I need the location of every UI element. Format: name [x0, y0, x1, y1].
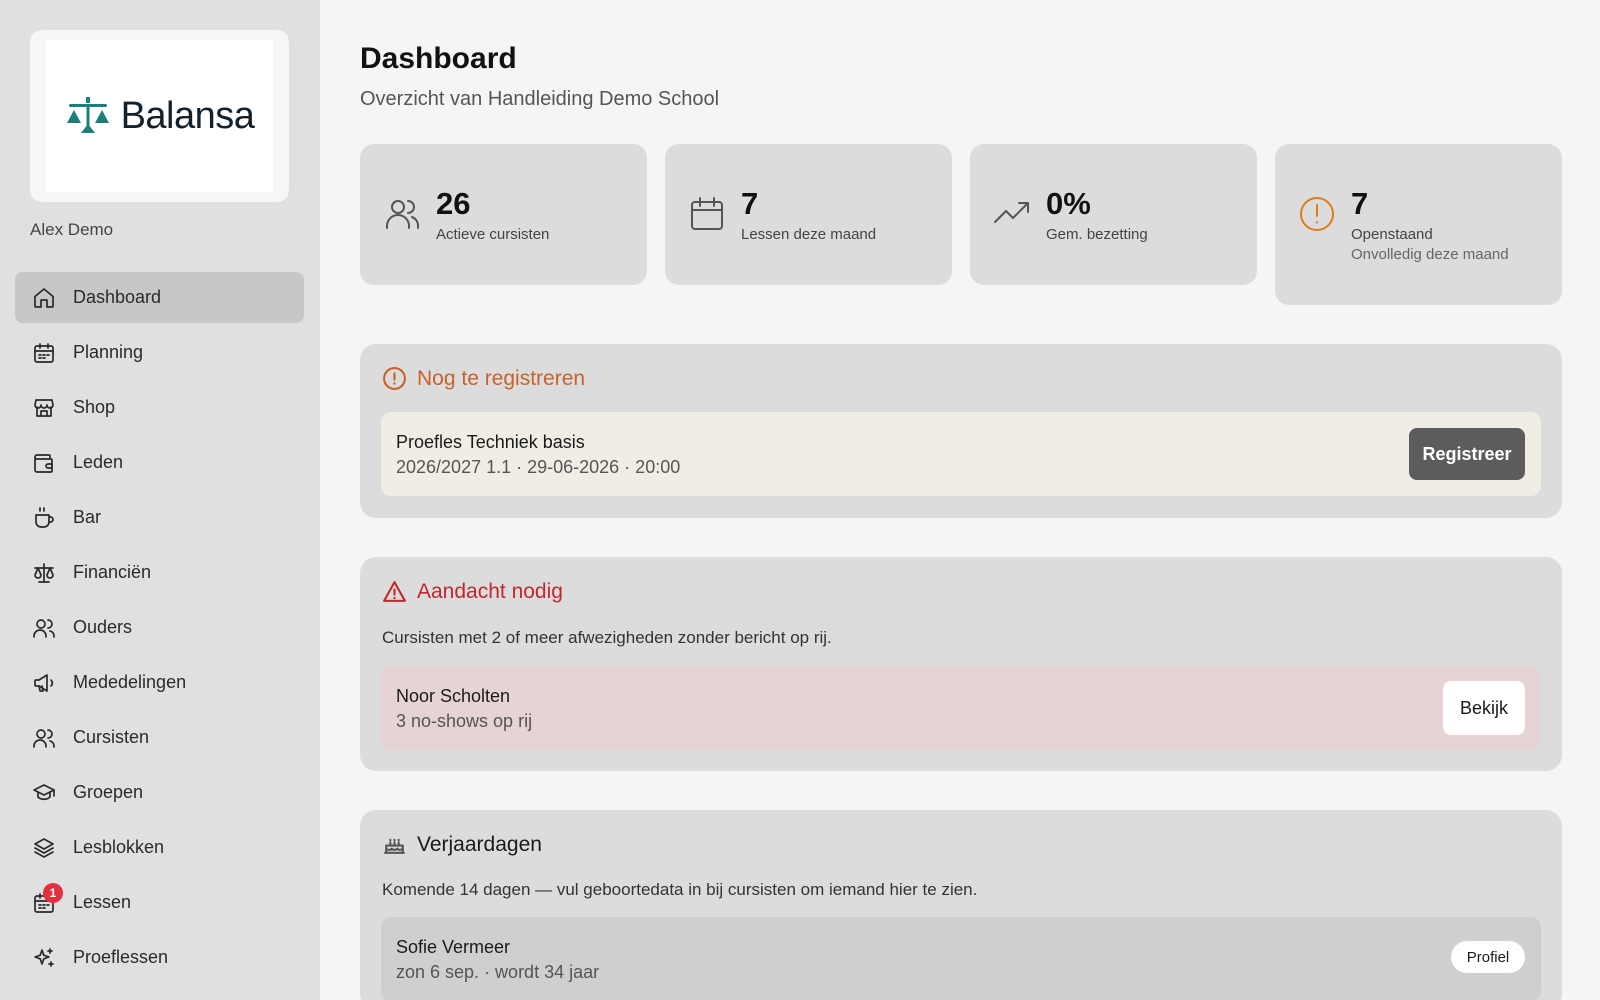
users-icon	[31, 725, 57, 751]
sidebar: Balansa Alex Demo Dashboard Planning Sho…	[0, 0, 320, 1000]
users-icon	[31, 615, 57, 641]
sidebar-item-label: Leden	[73, 452, 124, 472]
register-button[interactable]: Registreer	[1409, 428, 1525, 480]
sidebar-item-label: Cursisten	[73, 727, 150, 747]
trending-up-icon	[992, 194, 1032, 234]
sidebar-nav: Dashboard Planning Shop Leden Bar Financ…	[15, 272, 304, 987]
register-row-subtitle: 2026/2027 1.1 · 29-06-2026 · 20:00	[396, 457, 681, 477]
calendar-icon	[687, 194, 727, 234]
alert-circle-icon	[383, 367, 406, 390]
stat-label: Actieve cursisten	[436, 226, 550, 243]
stat-card-lessen[interactable]: 7 Lessen deze maand	[665, 144, 952, 285]
page-title: Dashboard	[360, 42, 517, 75]
stat-value: 7	[1351, 186, 1369, 221]
page-subtitle: Overzicht van Handleiding Demo School	[360, 88, 720, 110]
sidebar-item-label: Ouders	[73, 617, 133, 637]
sidebar-item-label: Planning	[73, 342, 144, 362]
graduation-cap-icon	[31, 780, 57, 806]
attention-row: Noor Scholten 3 no-shows op rij Bekijk	[381, 666, 1541, 750]
sidebar-item-ouders[interactable]: Ouders	[15, 602, 304, 653]
sparkles-icon	[31, 945, 57, 971]
scale-icon	[31, 560, 57, 586]
stat-card-bezetting[interactable]: 0% Gem. bezetting	[970, 144, 1257, 285]
birthdays-title: Verjaardagen	[417, 832, 542, 856]
sidebar-item-label: Proeflessen	[73, 947, 169, 967]
sidebar-item-label: Bar	[73, 507, 102, 527]
birthdays-description: Komende 14 dagen — vul geboortedata in b…	[382, 880, 978, 899]
attention-description: Cursisten met 2 of meer afwezigheden zon…	[382, 628, 832, 647]
stat-card-cursisten[interactable]: 26 Actieve cursisten	[360, 144, 647, 285]
stat-value: 0%	[1046, 186, 1091, 221]
wallet-icon	[31, 450, 57, 476]
stat-value: 7	[741, 186, 759, 221]
stat-card-openstaand[interactable]: 7 Openstaand Onvolledig deze maand	[1275, 144, 1562, 305]
sidebar-item-mededelingen[interactable]: Mededelingen	[15, 657, 304, 708]
stat-label: Gem. bezetting	[1046, 226, 1148, 243]
balance-scale-logo-icon	[66, 97, 109, 133]
sidebar-item-cursisten[interactable]: Cursisten	[15, 712, 304, 763]
register-row-title: Proefles Techniek basis	[396, 432, 585, 452]
calendar-grid-icon: 1	[31, 882, 63, 916]
store-icon	[31, 395, 57, 421]
register-header: Nog te registreren	[382, 366, 585, 391]
notification-badge: 1	[43, 882, 63, 903]
profile-button[interactable]: Profiel	[1451, 941, 1525, 973]
home-icon	[31, 285, 57, 311]
register-panel: Nog te registreren Proefles Techniek bas…	[360, 344, 1562, 518]
sidebar-item-label: Mededelingen	[73, 672, 187, 692]
logo[interactable]: Balansa	[46, 40, 273, 192]
birthday-row-subtitle: zon 6 sep. · wordt 34 jaar	[396, 962, 600, 982]
register-title: Nog te registreren	[417, 366, 586, 390]
birthdays-header: Verjaardagen	[382, 832, 542, 857]
megaphone-icon	[31, 670, 57, 696]
sidebar-item-planning[interactable]: Planning	[15, 327, 304, 378]
stat-label: Openstaand	[1351, 226, 1433, 243]
attention-row-title: Noor Scholten	[396, 686, 511, 706]
birthday-row-title: Sofie Vermeer	[396, 937, 511, 957]
birthday-row: Sofie Vermeer zon 6 sep. · wordt 34 jaar…	[381, 917, 1541, 1000]
attention-header: Aandacht nodig	[382, 579, 563, 604]
brand-name: Balansa	[120, 94, 255, 137]
attention-title: Aandacht nodig	[417, 579, 563, 603]
cake-icon	[384, 838, 405, 854]
sidebar-item-dashboard[interactable]: Dashboard	[15, 272, 304, 323]
alert-circle-icon	[1297, 194, 1337, 234]
sidebar-item-groepen[interactable]: Groepen	[15, 767, 304, 818]
sidebar-item-leden[interactable]: Leden	[15, 437, 304, 488]
layers-icon	[31, 835, 57, 861]
logo-card: Balansa	[30, 30, 289, 202]
sidebar-item-lessen[interactable]: 1 Lessen	[15, 877, 304, 928]
birthdays-panel: Verjaardagen Komende 14 dagen — vul gebo…	[360, 810, 1562, 1000]
sidebar-item-label: Dashboard	[73, 287, 162, 307]
sidebar-item-label: Groepen	[73, 782, 144, 802]
user-name: Alex Demo	[30, 220, 114, 239]
view-button[interactable]: Bekijk	[1443, 681, 1525, 735]
users-icon	[382, 194, 422, 234]
sidebar-item-lesblokken[interactable]: Lesblokken	[15, 822, 304, 873]
register-row: Proefles Techniek basis 2026/2027 1.1 · …	[381, 412, 1541, 496]
sidebar-item-label: Financiën	[73, 562, 152, 582]
sidebar-item-label: Lessen	[73, 892, 132, 912]
sidebar-item-proeflessen[interactable]: Proeflessen	[15, 932, 304, 983]
stat-sublabel: Onvolledig deze maand	[1351, 246, 1509, 263]
sidebar-item-financien[interactable]: Financiën	[15, 547, 304, 598]
warning-triangle-icon	[383, 581, 406, 602]
sidebar-item-label: Lesblokken	[73, 837, 165, 857]
attention-row-subtitle: 3 no-shows op rij	[396, 711, 533, 731]
stat-value: 26	[436, 186, 471, 221]
stat-label: Lessen deze maand	[741, 226, 877, 243]
sidebar-item-shop[interactable]: Shop	[15, 382, 304, 433]
attention-panel: Aandacht nodig Cursisten met 2 of meer a…	[360, 557, 1562, 771]
calendar-icon	[31, 340, 57, 366]
sidebar-item-bar[interactable]: Bar	[15, 492, 304, 543]
sidebar-item-label: Shop	[73, 397, 116, 417]
cup-icon	[31, 505, 57, 531]
